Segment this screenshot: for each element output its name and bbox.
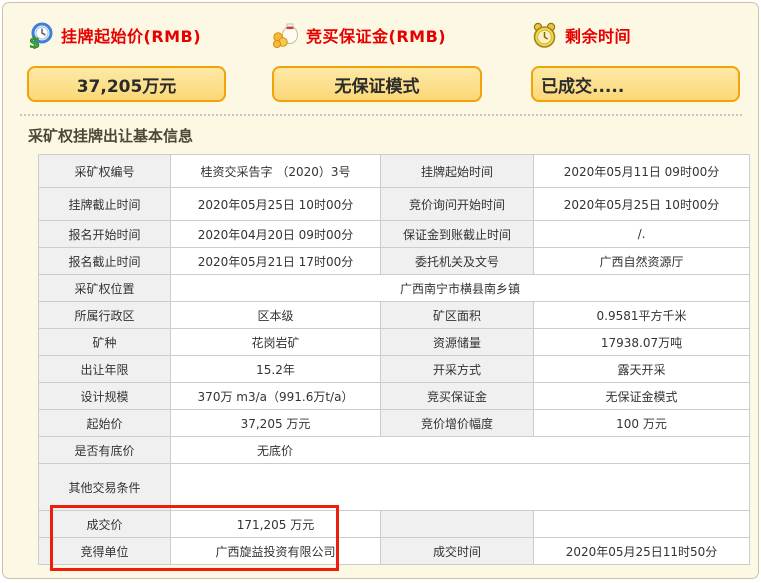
remaining-time-value: 已成交..... [531, 66, 740, 102]
table-label-cell: 所属行政区 [39, 302, 171, 329]
table-value-cell: 无底价 [171, 437, 750, 464]
table-label-cell: 出让年限 [39, 356, 171, 383]
remaining-time-heading: 剩余时间 [531, 20, 740, 50]
table-row: 成交价171,205 万元 [39, 511, 750, 538]
table-row: 挂牌截止时间2020年05月25日 10时00分竞价询问开始时间2020年05月… [39, 188, 750, 221]
table-label-cell: 报名截止时间 [39, 248, 171, 275]
alarm-clock-icon [531, 22, 558, 49]
listing-start-price-value: 37,205万元 [27, 66, 226, 102]
info-table-body: 采矿权编号桂资交采告字 （2020）3号挂牌起始时间2020年05月11日 09… [39, 155, 750, 565]
table-label-cell: 保证金到账截止时间 [381, 221, 534, 248]
dotted-divider [20, 114, 742, 116]
table-label-cell: 矿区面积 [381, 302, 534, 329]
table-label-cell: 设计规模 [39, 383, 171, 410]
listing-start-price-block: $ 挂牌起始价(RMB) 37,205万元 [27, 20, 226, 102]
table-value-cell: 100 万元 [534, 410, 750, 437]
table-label-cell: 挂牌起始时间 [381, 155, 534, 188]
remaining-time-block: 剩余时间 已成交..... [531, 20, 740, 102]
table-value-cell: 37,205 万元 [171, 410, 381, 437]
table-value-cell: 花岗岩矿 [171, 329, 381, 356]
table-row: 竞得单位广西旋益投资有限公司成交时间2020年05月25日11时50分 [39, 538, 750, 565]
table-value-cell: 2020年04月20日 09时00分 [171, 221, 381, 248]
table-value-cell: 15.2年 [171, 356, 381, 383]
table-label-cell: 资源储量 [381, 329, 534, 356]
table-label-cell: 是否有底价 [39, 437, 171, 464]
table-label-cell: 采矿权编号 [39, 155, 171, 188]
money-clock-icon: $ [27, 22, 54, 49]
bid-deposit-value: 无保证模式 [272, 66, 482, 102]
table-label-cell: 采矿权位置 [39, 275, 171, 302]
table-row: 是否有底价无底价 [39, 437, 750, 464]
table-value-cell: 区本级 [171, 302, 381, 329]
table-row: 矿种花岗岩矿资源储量17938.07万吨 [39, 329, 750, 356]
table-label-cell: 竞买保证金 [381, 383, 534, 410]
money-bag-icon [272, 22, 299, 49]
table-value-cell: /. [534, 221, 750, 248]
table-value-cell: 桂资交采告字 （2020）3号 [171, 155, 381, 188]
table-value-cell: 广西南宁市横县南乡镇 [171, 275, 750, 302]
table-value-cell: 2020年05月25日11时50分 [534, 538, 750, 565]
table-label-cell: 挂牌截止时间 [39, 188, 171, 221]
table-label-cell: 起始价 [39, 410, 171, 437]
table-row: 采矿权编号桂资交采告字 （2020）3号挂牌起始时间2020年05月11日 09… [39, 155, 750, 188]
table-value-cell [171, 464, 750, 511]
table-value-cell: 广西旋益投资有限公司 [171, 538, 381, 565]
table-row: 报名开始时间2020年04月20日 09时00分保证金到账截止时间/. [39, 221, 750, 248]
table-label-cell: 成交价 [39, 511, 171, 538]
table-label-cell: 报名开始时间 [39, 221, 171, 248]
info-table-wrap: 采矿权编号桂资交采告字 （2020）3号挂牌起始时间2020年05月11日 09… [38, 154, 749, 565]
table-value-cell: 无保证金模式 [534, 383, 750, 410]
bid-deposit-block: 竞买保证金(RMB) 无保证模式 [272, 20, 482, 102]
table-row: 其他交易条件 [39, 464, 750, 511]
table-row: 设计规模370万 m3/a（991.6万t/a）竞买保证金无保证金模式 [39, 383, 750, 410]
bid-deposit-heading: 竞买保证金(RMB) [272, 20, 482, 50]
bid-deposit-label: 竞买保证金(RMB) [306, 23, 446, 47]
table-value-cell: 2020年05月25日 10时00分 [534, 188, 750, 221]
auction-detail-page: $ 挂牌起始价(RMB) 37,205万元 [2, 2, 759, 579]
table-value-cell: 2020年05月11日 09时00分 [534, 155, 750, 188]
table-value-cell: 0.9581平方千米 [534, 302, 750, 329]
table-label-cell: 矿种 [39, 329, 171, 356]
table-row: 报名截止时间2020年05月21日 17时00分委托机关及文号广西自然资源厅 [39, 248, 750, 275]
table-label-cell: 委托机关及文号 [381, 248, 534, 275]
table-value-cell: 露天开采 [534, 356, 750, 383]
svg-text:$: $ [29, 33, 40, 49]
table-value-cell: 2020年05月21日 17时00分 [171, 248, 381, 275]
table-row: 起始价37,205 万元竞价增价幅度100 万元 [39, 410, 750, 437]
table-value-cell: 171,205 万元 [171, 511, 381, 538]
table-label-cell: 成交时间 [381, 538, 534, 565]
table-label-cell: 竞得单位 [39, 538, 171, 565]
table-value-cell: 广西自然资源厅 [534, 248, 750, 275]
section-title: 采矿权挂牌出让基本信息 [28, 125, 758, 146]
table-label-cell [381, 511, 534, 538]
table-row: 出让年限15.2年开采方式露天开采 [39, 356, 750, 383]
table-value-cell [534, 511, 750, 538]
table-row: 采矿权位置广西南宁市横县南乡镇 [39, 275, 750, 302]
info-table: 采矿权编号桂资交采告字 （2020）3号挂牌起始时间2020年05月11日 09… [38, 154, 750, 565]
table-row: 所属行政区区本级矿区面积0.9581平方千米 [39, 302, 750, 329]
table-label-cell: 竞价询问开始时间 [381, 188, 534, 221]
status-header: $ 挂牌起始价(RMB) 37,205万元 [3, 3, 758, 102]
table-label-cell: 其他交易条件 [39, 464, 171, 511]
listing-start-price-label: 挂牌起始价(RMB) [61, 23, 201, 47]
remaining-time-label: 剩余时间 [565, 23, 631, 47]
listing-start-price-heading: $ 挂牌起始价(RMB) [27, 20, 226, 50]
table-label-cell: 竞价增价幅度 [381, 410, 534, 437]
table-value-cell: 370万 m3/a（991.6万t/a） [171, 383, 381, 410]
table-label-cell: 开采方式 [381, 356, 534, 383]
table-value-cell: 17938.07万吨 [534, 329, 750, 356]
table-value-cell: 2020年05月25日 10时00分 [171, 188, 381, 221]
